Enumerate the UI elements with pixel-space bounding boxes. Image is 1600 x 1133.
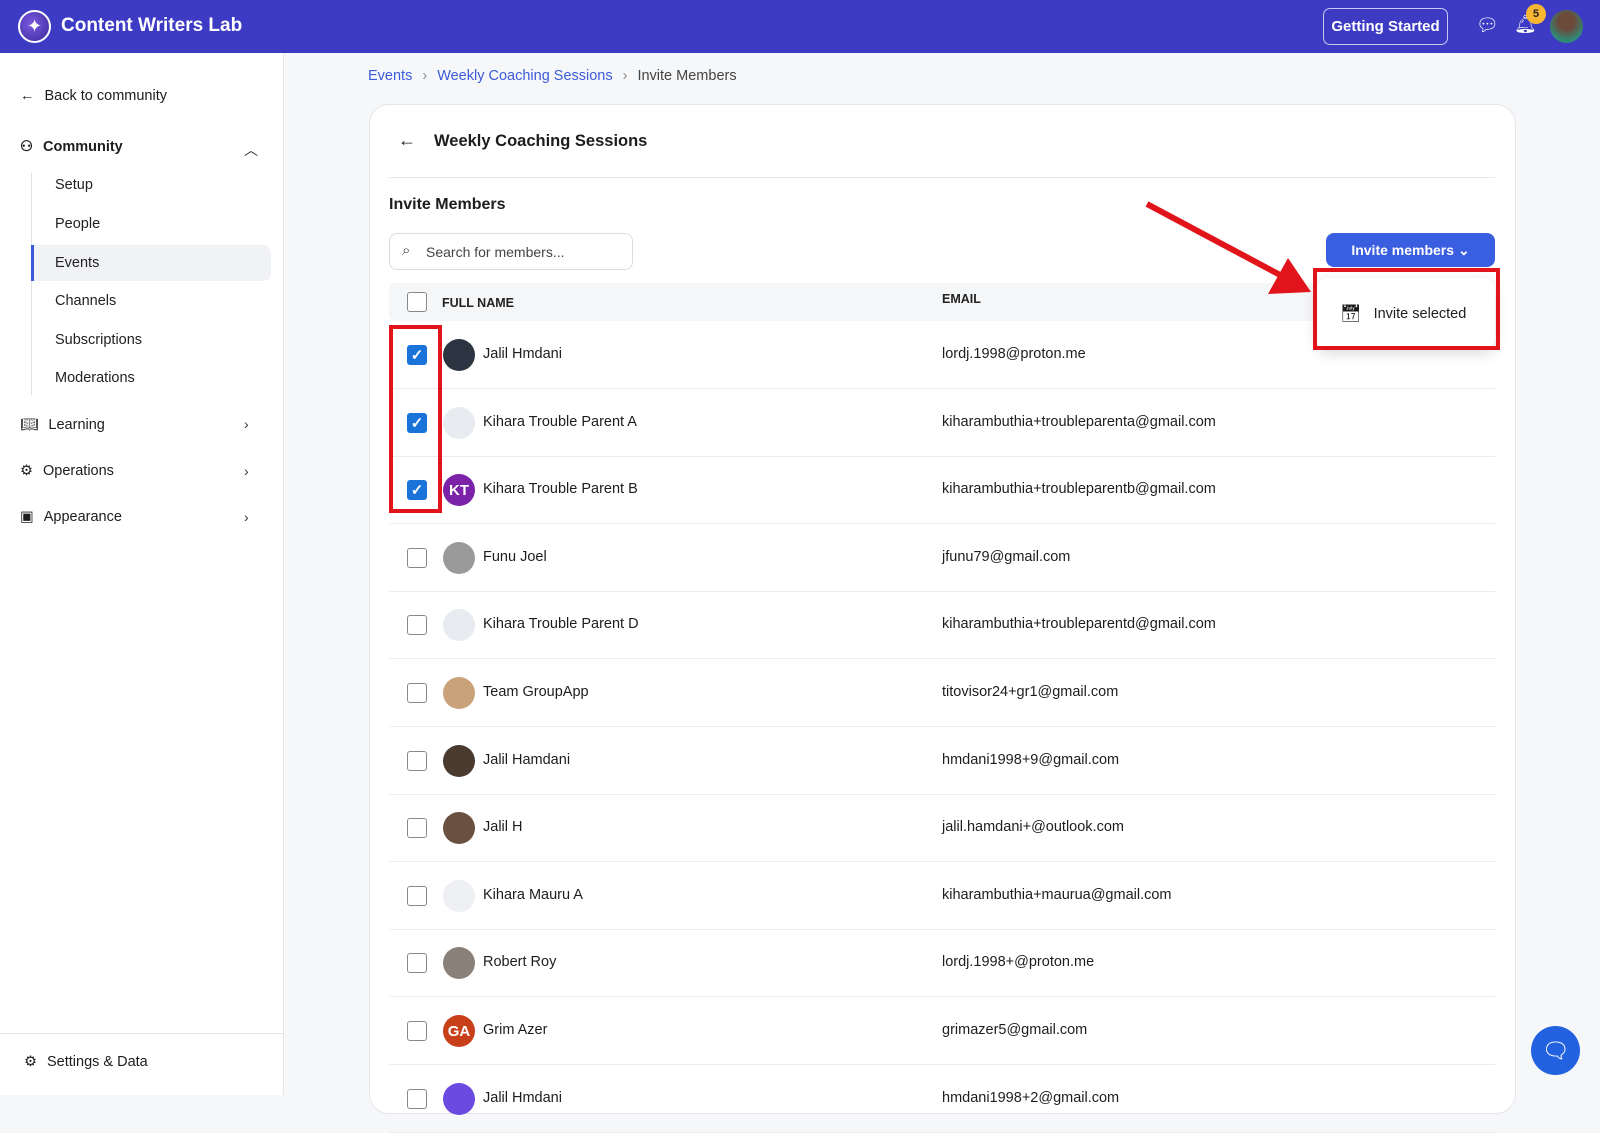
- chat-support-button[interactable]: 🗨︎: [1531, 1026, 1580, 1075]
- annotation-arrow: [1145, 201, 1311, 294]
